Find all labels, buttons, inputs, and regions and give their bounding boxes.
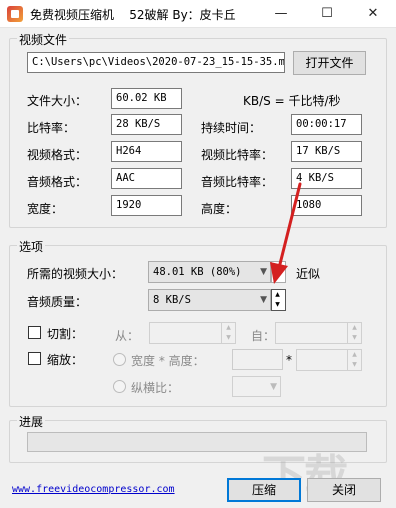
duration-field: 00:00:17 — [291, 114, 362, 135]
bitrate-label: 比特率： — [27, 121, 76, 135]
aspect-ratio-radio[interactable] — [113, 380, 126, 393]
file-path-field[interactable]: C:\Users\pc\Videos\2020-07-23_15-15-35.m… — [27, 52, 285, 73]
window-title: 免费视频压缩机 52破解 By：皮卡丘 — [30, 8, 236, 22]
scale-height-stepper[interactable]: ▲ ▼ — [296, 349, 362, 371]
width-label: 宽度： — [27, 202, 64, 216]
minimize-button[interactable]: — — [258, 0, 304, 28]
app-icon — [7, 6, 23, 22]
target-size-label: 所需的视频大小： — [27, 267, 124, 281]
height-label: 高度： — [201, 202, 238, 216]
aspect-ratio-label: 纵横比： — [131, 381, 180, 395]
from-label: 从： — [115, 329, 140, 343]
website-link[interactable]: www.freevideocompressor.com — [12, 484, 175, 495]
audio-format-label: 音频格式： — [27, 175, 88, 189]
maximize-button[interactable]: ☐ — [304, 0, 350, 28]
chevron-down-icon: ▼ — [260, 295, 267, 305]
audio-format-field: AAC — [111, 168, 182, 189]
aspect-ratio-select[interactable]: ▼ — [232, 376, 281, 397]
times-sign: * — [286, 353, 292, 367]
video-format-field: H264 — [111, 141, 182, 162]
scale-checkbox[interactable] — [28, 352, 41, 365]
video-file-group-title: 视频文件 — [17, 31, 70, 48]
duration-label: 持续时间： — [201, 121, 262, 135]
video-bitrate-field: 17 KB/S — [291, 141, 362, 162]
cut-checkbox[interactable] — [28, 326, 41, 339]
audio-quality-select[interactable]: 8 KB/S ▼ — [148, 289, 271, 311]
scale-width-input[interactable] — [232, 349, 283, 370]
cut-label: 切割： — [47, 327, 84, 341]
open-file-button[interactable]: 打开文件 — [293, 51, 366, 75]
progress-group-title: 进展 — [17, 413, 46, 430]
width-height-radio[interactable] — [113, 353, 126, 366]
scale-label: 缩放： — [47, 353, 84, 367]
close-window-button[interactable]: ✕ — [350, 0, 396, 28]
width-field: 1920 — [111, 195, 182, 216]
chevron-down-icon: ▼ — [270, 382, 277, 392]
annotation-arrow — [270, 182, 302, 284]
unit-note: KB/S = 千比特/秒 — [243, 94, 341, 108]
title-bar: 免费视频压缩机 52破解 By：皮卡丘 — ☐ ✕ — [0, 0, 396, 28]
to-label: 自： — [251, 329, 276, 343]
target-size-value: 48.01 KB (80%) — [153, 266, 242, 278]
file-size-field: 60.02 KB — [111, 88, 182, 109]
audio-quality-spinner[interactable]: ▲ ▼ — [271, 289, 286, 311]
cut-to-stepper[interactable]: ▲ ▼ — [275, 322, 362, 344]
cut-from-stepper[interactable]: ▲ ▼ — [149, 322, 236, 344]
compress-button[interactable]: 压缩 — [227, 478, 301, 502]
width-height-label: 宽度 * 高度： — [131, 354, 205, 368]
bitrate-field: 28 KB/S — [111, 114, 182, 135]
options-group-title: 选项 — [17, 238, 46, 255]
file-size-label: 文件大小： — [27, 94, 88, 108]
target-size-select[interactable]: 48.01 KB (80%) ▼ — [148, 261, 271, 283]
video-format-label: 视频格式： — [27, 148, 88, 162]
video-bitrate-label: 视频比特率： — [201, 148, 274, 162]
audio-quality-label: 音频质量： — [27, 295, 88, 309]
close-button[interactable]: 关闭 — [307, 478, 381, 502]
audio-quality-value: 8 KB/S — [153, 294, 191, 306]
